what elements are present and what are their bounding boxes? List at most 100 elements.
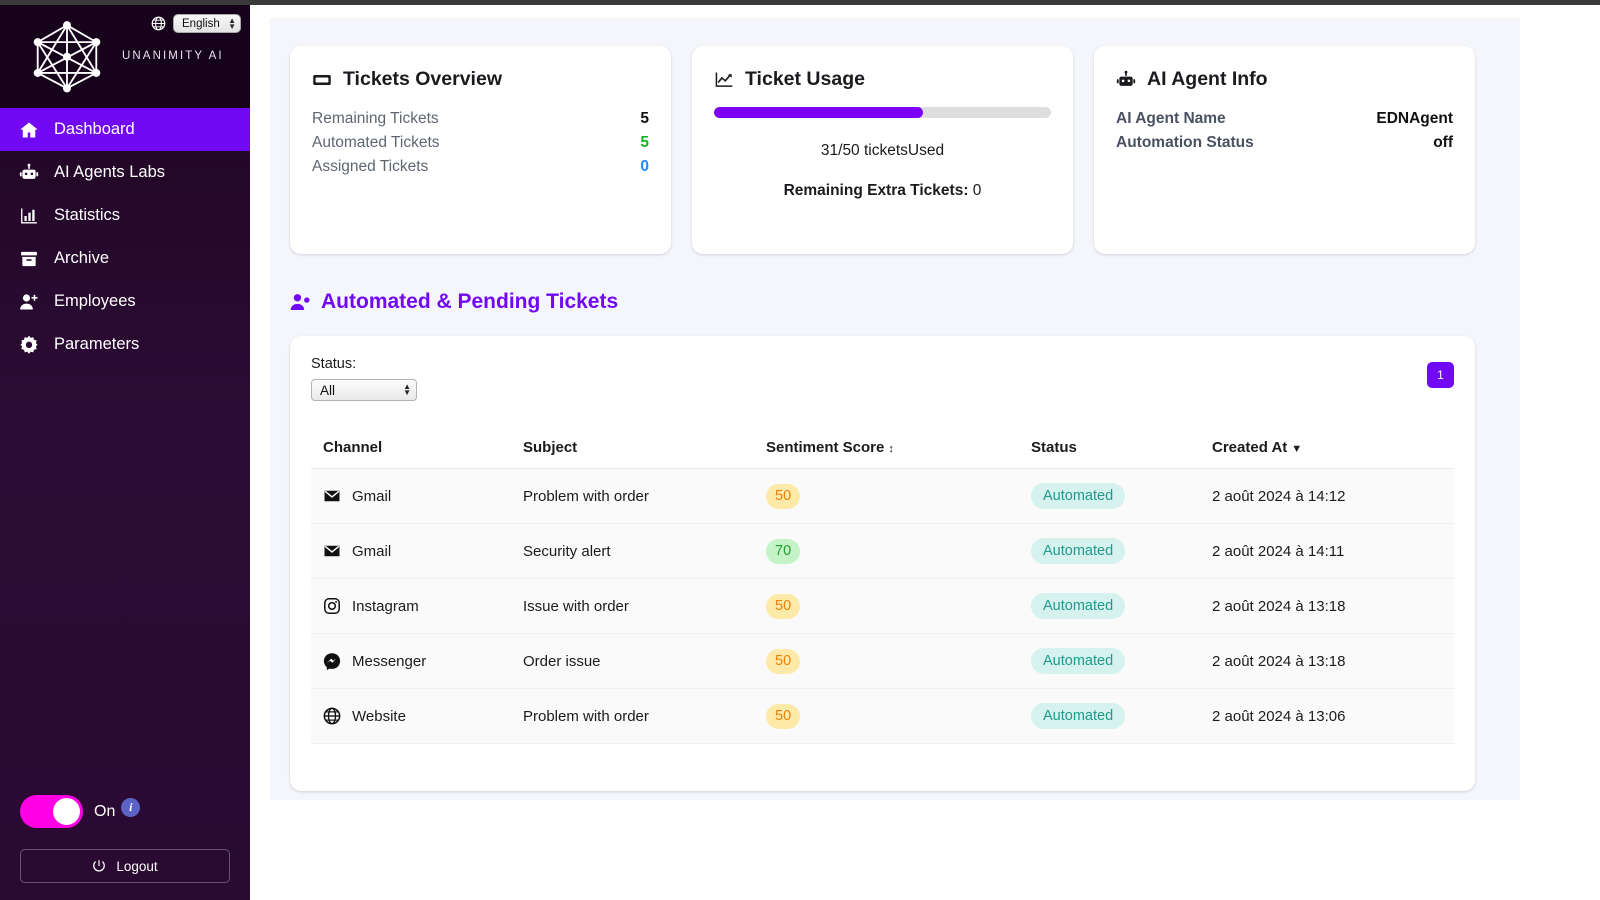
cell-subject: Problem with order <box>511 689 754 744</box>
sidebar-item-label: Dashboard <box>54 120 135 139</box>
sidebar-item-label: Parameters <box>54 335 139 354</box>
table-row[interactable]: Website Problem with order 50 Automated … <box>311 689 1454 744</box>
envelope-icon <box>323 542 341 560</box>
kv-value: 5 <box>640 134 649 152</box>
ticket-usage-title-row: Ticket Usage <box>714 68 1051 91</box>
sidebar: English ▲▼ <box>0 5 250 900</box>
user-plus-icon <box>19 292 39 312</box>
summary-cards-row: Tickets Overview Remaining Tickets 5 Aut… <box>290 46 1475 254</box>
sidebar-item-archive[interactable]: Archive <box>0 237 250 280</box>
cell-channel: Gmail <box>311 524 511 579</box>
card-title-text: AI Agent Info <box>1147 68 1268 91</box>
ticket-usage-progress-fill <box>714 107 923 118</box>
card-title-text: Ticket Usage <box>745 68 865 91</box>
kv-value: EDNAgent <box>1376 110 1453 128</box>
sidebar-item-statistics[interactable]: Statistics <box>0 194 250 237</box>
kv-label: Remaining Tickets <box>312 110 439 128</box>
home-icon <box>19 120 39 140</box>
cell-channel: Instagram <box>311 579 511 634</box>
channel-label: Gmail <box>352 488 391 505</box>
column-header-sentiment-score[interactable]: Sentiment Score↕ <box>754 433 1019 469</box>
table-row[interactable]: Gmail Security alert 70 Automated 2 août… <box>311 524 1454 579</box>
automation-toggle[interactable] <box>20 795 83 828</box>
section-heading-text: Automated & Pending Tickets <box>321 290 618 314</box>
column-label: Channel <box>323 439 382 456</box>
status-badge: Automated <box>1031 483 1125 509</box>
table-row[interactable]: Messenger Order issue 50 Automated 2 aoû… <box>311 634 1454 689</box>
robot-icon <box>1116 70 1136 90</box>
sidebar-item-dashboard[interactable]: Dashboard <box>0 108 250 151</box>
kv-remaining-tickets: Remaining Tickets 5 <box>312 107 649 131</box>
status-select-wrapper[interactable]: All ▲▼ <box>311 379 417 401</box>
toggle-state-label: On <box>94 803 115 821</box>
column-header-channel[interactable]: Channel <box>311 433 511 469</box>
table-header-row: Channel Subject Sentiment Score↕ Status <box>311 433 1454 469</box>
channel-label: Gmail <box>352 543 391 560</box>
cell-status: Automated <box>1019 469 1200 524</box>
channel-label: Messenger <box>352 653 426 670</box>
brand-name: UNANIMITY AI <box>122 50 224 62</box>
cell-created-at: 2 août 2024 à 13:18 <box>1200 579 1454 634</box>
sidebar-item-label: AI Agents Labs <box>54 163 165 182</box>
sentiment-score-badge: 70 <box>766 539 800 564</box>
kv-value: off <box>1433 134 1453 152</box>
power-icon <box>92 859 106 873</box>
kv-value: 5 <box>640 110 649 128</box>
sidebar-item-ai-agents-labs[interactable]: AI Agents Labs <box>0 151 250 194</box>
messenger-icon <box>323 652 341 670</box>
cell-subject: Security alert <box>511 524 754 579</box>
status-select[interactable]: All <box>311 379 417 401</box>
column-header-status[interactable]: Status <box>1019 433 1200 469</box>
ticket-usage-text: 31/50 ticketsUsed <box>714 142 1051 160</box>
tickets-overview-card: Tickets Overview Remaining Tickets 5 Aut… <box>290 46 671 254</box>
cell-sentiment-score: 50 <box>754 579 1019 634</box>
line-chart-icon <box>714 70 734 90</box>
kv-value: 0 <box>640 158 649 176</box>
table-row[interactable]: Instagram Issue with order 50 Automated … <box>311 579 1454 634</box>
kv-assigned-tickets: Assigned Tickets 0 <box>312 155 649 179</box>
cell-status: Automated <box>1019 579 1200 634</box>
sentiment-score-badge: 50 <box>766 484 800 509</box>
cell-status: Automated <box>1019 689 1200 744</box>
kv-label: Assigned Tickets <box>312 158 428 176</box>
section-heading: Automated & Pending Tickets <box>290 290 618 314</box>
brand: UNANIMITY AI <box>28 19 224 93</box>
extra-label: Remaining Extra Tickets: <box>784 182 969 199</box>
column-label: Status <box>1031 439 1077 456</box>
sort-down-icon: ▼ <box>1291 443 1302 455</box>
tickets-table: Channel Subject Sentiment Score↕ Status <box>311 433 1454 744</box>
column-header-created-at[interactable]: Created At ▼ <box>1200 433 1454 469</box>
sidebar-item-label: Archive <box>54 249 109 268</box>
ai-agent-info-title-row: AI Agent Info <box>1116 68 1453 91</box>
sidebar-item-employees[interactable]: Employees <box>0 280 250 323</box>
sort-updown-icon: ↕ <box>888 443 894 455</box>
tickets-overview-title-row: Tickets Overview <box>312 68 649 91</box>
cell-created-at: 2 août 2024 à 13:18 <box>1200 634 1454 689</box>
sidebar-header: English ▲▼ <box>0 5 250 108</box>
cell-sentiment-score: 50 <box>754 469 1019 524</box>
channel-label: Instagram <box>352 598 419 615</box>
status-badge: Automated <box>1031 538 1125 564</box>
kv-label: AI Agent Name <box>1116 110 1226 128</box>
globe-icon <box>323 707 341 725</box>
instagram-icon <box>323 597 341 615</box>
sidebar-item-parameters[interactable]: Parameters <box>0 323 250 366</box>
gear-icon <box>19 335 39 355</box>
extra-value: 0 <box>973 182 982 199</box>
channel-label: Website <box>352 708 406 725</box>
table-row[interactable]: Gmail Problem with order 50 Automated 2 … <box>311 469 1454 524</box>
info-icon[interactable]: i <box>121 798 140 817</box>
cell-channel: Website <box>311 689 511 744</box>
sidebar-footer: On i Logout <box>0 795 250 900</box>
column-label: Created At <box>1212 439 1287 456</box>
sentiment-score-badge: 50 <box>766 594 800 619</box>
pagination-page-1[interactable]: 1 <box>1427 362 1454 388</box>
envelope-icon <box>323 487 341 505</box>
sidebar-nav: Dashboard AI Agents Labs Statistics <box>0 108 250 366</box>
cell-channel: Messenger <box>311 634 511 689</box>
column-header-subject[interactable]: Subject <box>511 433 754 469</box>
logout-button[interactable]: Logout <box>20 849 230 883</box>
ticket-usage-extra: Remaining Extra Tickets: 0 <box>714 182 1051 200</box>
sentiment-score-badge: 50 <box>766 704 800 729</box>
cell-created-at: 2 août 2024 à 13:06 <box>1200 689 1454 744</box>
